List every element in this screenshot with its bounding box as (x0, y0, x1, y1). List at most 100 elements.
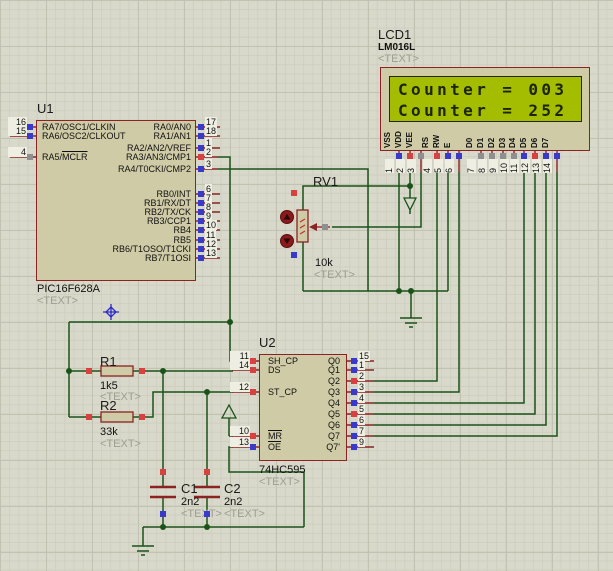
u2-pin-label: OE (268, 442, 281, 452)
u1-pin-num: 18 (205, 126, 217, 136)
u2-pin-label: MR (268, 431, 282, 441)
u1-pin-label: RA3/AN3/CMP1 (60, 152, 191, 162)
logic-state-square (351, 433, 357, 439)
u2-pin-num: 6 (358, 415, 365, 425)
lcd-pin-num: 11 (510, 159, 519, 173)
c2-note: <TEXT> (224, 508, 265, 520)
logic-state-square (351, 422, 357, 428)
logic-state-square (250, 389, 256, 395)
lcd-pin-label: D1 (476, 122, 485, 148)
u2-pin-num: 9 (358, 437, 365, 447)
u2-value: 74HC595 (259, 464, 305, 476)
c1-ref: C1 (181, 481, 198, 496)
lcd-pin-num: 10 (500, 159, 509, 173)
logic-state-square (198, 154, 204, 160)
logic-state-square (198, 209, 204, 215)
u2-note: <TEXT> (259, 476, 300, 488)
u2-pin-label: Q6 (300, 420, 340, 430)
r2-ref: R2 (100, 398, 117, 413)
u1-pin-label: RA4/T0CKI/CMP2 (60, 164, 191, 174)
u2-pin-label: Q4 (300, 398, 340, 408)
logic-state-square (198, 166, 204, 172)
u2-pin-label: Q2 (300, 376, 340, 386)
c1-value: 2n2 (181, 496, 199, 508)
lcd-pin-label: RW (432, 122, 441, 148)
logic-state-square (291, 252, 297, 258)
u2-pin-num: 2 (358, 371, 365, 381)
u1-note: <TEXT> (37, 295, 78, 307)
u2-pin-label: DS (268, 365, 281, 375)
lcd-pin-num: 3 (407, 159, 416, 173)
logic-state-square (198, 255, 204, 261)
u2-pin-label: Q3 (300, 387, 340, 397)
lcd-pin-label: D3 (498, 122, 507, 148)
lcd-pin-label: D6 (530, 122, 539, 148)
power-up-terminal-icon (222, 405, 236, 418)
logic-state-square (198, 145, 204, 151)
u1-pin-num: 3 (205, 159, 212, 169)
u2-pin-label: Q7' (300, 442, 340, 452)
logic-state-square (139, 414, 145, 420)
schematic-canvas: { "u1": { "ref": "U1", "value": "PIC16F6… (0, 0, 613, 571)
u2-pin-num: 13 (230, 437, 250, 447)
rv1-value: 10k (315, 257, 333, 269)
pot-wiper-arrow-icon (309, 223, 317, 231)
u2-pin-num: 7 (358, 426, 365, 436)
logic-state-square (351, 444, 357, 450)
u2-pin-num: 14 (230, 360, 250, 370)
u2-pin-label: Q7 (300, 431, 340, 441)
lcd-value: LM016L (378, 42, 415, 53)
u2-pin-num: 4 (358, 393, 365, 403)
rv1-note: <TEXT> (314, 269, 355, 281)
lcd-note: <TEXT> (378, 53, 419, 65)
u2-pin-label: Q1 (300, 365, 340, 375)
logic-state-square (250, 444, 256, 450)
pot-buttons[interactable] (281, 211, 294, 248)
u1-pin-label: RB4 (60, 225, 191, 235)
logic-state-square (198, 218, 204, 224)
logic-state-square (198, 133, 204, 139)
c1-note: <TEXT> (181, 508, 222, 520)
lcd-pin-label: VSS (383, 122, 392, 148)
lcd-pin-label: VDD (394, 122, 403, 148)
lcd-screen: Counter = 003 Counter = 252 (389, 76, 582, 122)
r2-value: 33k (100, 426, 118, 438)
lcd-pin-label: D4 (508, 122, 517, 148)
logic-state-square (351, 358, 357, 364)
u2-pin-label: ST_CP (268, 387, 297, 397)
logic-state-square (160, 511, 166, 517)
u1-pin-num: 15 (8, 126, 27, 136)
logic-state-square (204, 511, 210, 517)
logic-state-square (139, 368, 145, 374)
u2-pin-num: 10 (230, 426, 250, 436)
logic-state-square (27, 133, 33, 139)
lcd-pin-num: 6 (445, 159, 454, 173)
c2-value: 2n2 (224, 496, 242, 508)
lcd-pin-num: 1 (385, 159, 394, 173)
logic-state-square (198, 237, 204, 243)
u1-pin-label: RA1/AN1 (60, 131, 191, 141)
logic-state-square (456, 153, 462, 159)
logic-state-square (291, 190, 297, 196)
rv1-ref: RV1 (313, 174, 338, 189)
u1-pin-label: RB7/T1OSI (60, 253, 191, 263)
lcd-display-line2: Counter = 252 (398, 101, 567, 120)
lcd-pin-num: 2 (396, 159, 405, 173)
lcd-pin-num: 8 (478, 159, 487, 173)
u2-pin-num: 1 (358, 360, 365, 370)
lcd-pin-label: RS (421, 122, 430, 148)
logic-state-square (86, 414, 92, 420)
lcd-pin-label: D7 (541, 122, 550, 148)
logic-state-square (351, 411, 357, 417)
u2-pin-num: 5 (358, 404, 365, 414)
logic-state-square (351, 389, 357, 395)
logic-state-square (160, 469, 166, 475)
lcd-display-line1: Counter = 003 (398, 80, 567, 99)
logic-state-square (198, 200, 204, 206)
resistor-r2-body[interactable] (101, 412, 133, 422)
lcd-pin-label: D2 (487, 122, 496, 148)
logic-state-square (250, 367, 256, 373)
u1-pin-num: 4 (8, 147, 27, 157)
logic-state-square (250, 358, 256, 364)
u1-ref: U1 (37, 101, 54, 116)
